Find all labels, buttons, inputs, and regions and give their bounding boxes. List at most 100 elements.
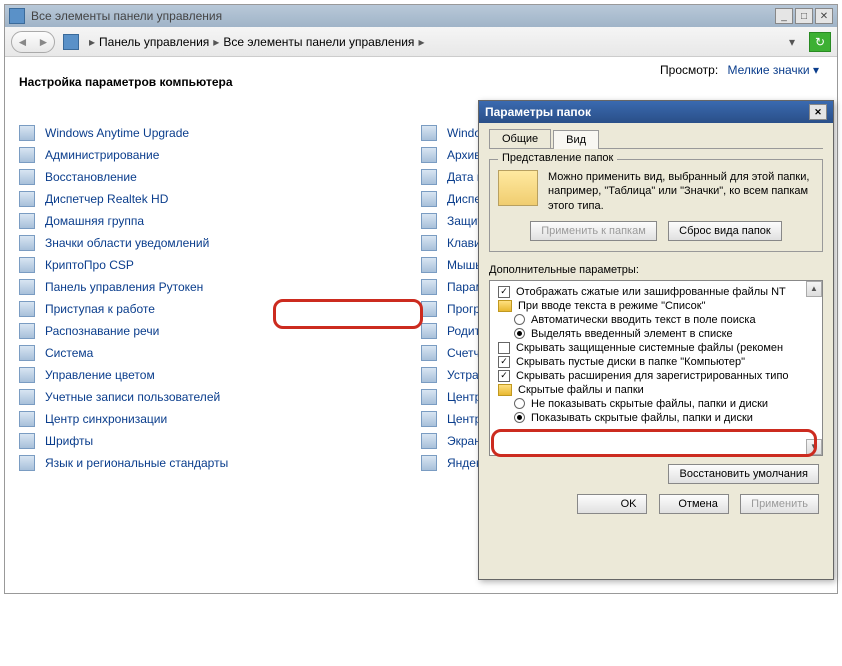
tree-row[interactable]: Скрывать защищенные системные файлы (рек… — [492, 341, 820, 355]
tree-label: Не показывать скрытые файлы, папки и дис… — [531, 398, 768, 410]
tree-row[interactable]: ✓Скрывать пустые диски в папке "Компьюте… — [492, 355, 820, 369]
item-icon — [19, 367, 35, 383]
window-icon — [9, 8, 25, 24]
control-panel-item[interactable]: Управление цветом — [19, 367, 421, 383]
tree-label: Скрывать расширения для зарегистрированн… — [516, 370, 789, 382]
scroll-up-button[interactable]: ▲ — [806, 281, 822, 297]
control-panel-item[interactable]: Значки области уведомлений — [19, 235, 421, 251]
control-panel-item[interactable]: Система — [19, 345, 421, 361]
window-title: Все элементы панели управления — [31, 9, 222, 23]
control-panel-item[interactable]: Восстановление — [19, 169, 421, 185]
control-panel-item[interactable]: Шрифты — [19, 433, 421, 449]
breadcrumb-part[interactable]: Все элементы панели управления — [223, 35, 414, 49]
radio-icon — [514, 314, 525, 325]
item-link[interactable]: Администрирование — [45, 148, 159, 162]
control-panel-item[interactable]: Windows Anytime Upgrade — [19, 125, 421, 141]
item-link[interactable]: Язык и региональные стандарты — [45, 456, 228, 470]
dialog-tabs: Общие Вид — [489, 129, 823, 149]
item-link[interactable]: Мышь — [447, 258, 482, 272]
apply-button[interactable]: Применить — [740, 494, 819, 514]
item-link[interactable]: Диспетчер Realtek HD — [45, 192, 168, 206]
advanced-settings-tree[interactable]: ▲ ▼ ✓Отображать сжатые или зашифрованные… — [489, 280, 823, 456]
item-icon — [19, 257, 35, 273]
cancel-button[interactable]: Отмена — [659, 494, 729, 514]
item-icon — [19, 455, 35, 471]
item-link[interactable]: КриптоПро CSP — [45, 258, 134, 272]
breadcrumb-part[interactable]: Панель управления — [99, 35, 209, 49]
control-panel-item[interactable]: Домашняя группа — [19, 213, 421, 229]
item-icon — [421, 257, 437, 273]
apply-to-folders-button[interactable]: Применить к папкам — [530, 221, 657, 241]
control-panel-item[interactable]: Диспетчер Realtek HD — [19, 191, 421, 207]
tree-row[interactable]: Не показывать скрытые файлы, папки и дис… — [492, 397, 820, 411]
page-heading: Настройка параметров компьютера — [19, 75, 823, 89]
item-link[interactable]: Восстановление — [45, 170, 137, 184]
reset-folders-button[interactable]: Сброс вида папок — [668, 221, 782, 241]
item-icon — [19, 345, 35, 361]
tree-label: Отображать сжатые или зашифрованные файл… — [516, 286, 786, 298]
close-button[interactable]: ✕ — [815, 8, 833, 24]
item-link[interactable]: Управление цветом — [45, 368, 155, 382]
dialog-titlebar: Параметры папок ✕ — [479, 101, 833, 123]
item-icon — [421, 191, 437, 207]
item-link[interactable]: Домашняя группа — [45, 214, 144, 228]
control-panel-item[interactable]: Распознавание речи — [19, 323, 421, 339]
item-link[interactable]: Система — [45, 346, 93, 360]
control-panel-item[interactable]: Приступая к работе — [19, 301, 421, 317]
ok-button[interactable]: OK — [577, 494, 647, 514]
nav-back-forward[interactable]: ◄ ► — [11, 31, 55, 53]
groupbox-legend: Представление папок — [498, 152, 617, 164]
tree-row[interactable]: ✓ Скрывать расширения для зарегистрирован… — [492, 369, 820, 383]
scroll-down-button[interactable]: ▼ — [806, 439, 822, 455]
control-panel-item[interactable]: КриптоПро CSP — [19, 257, 421, 273]
item-link[interactable]: Учетные записи пользователей — [45, 390, 220, 404]
control-panel-item[interactable]: Панель управления Рутокен — [19, 279, 421, 295]
checkbox-icon: ✓ — [498, 370, 510, 382]
folder-icon — [498, 384, 512, 396]
control-panel-item[interactable]: Язык и региональные стандарты — [19, 455, 421, 471]
item-icon — [421, 323, 437, 339]
item-icon — [19, 301, 35, 317]
tree-row[interactable]: Показывать скрытые файлы, папки и диски — [492, 411, 820, 425]
minimize-button[interactable]: _ — [775, 8, 793, 24]
restore-defaults-button[interactable]: Восстановить умолчания — [668, 464, 819, 484]
control-panel-item[interactable]: Центр синхронизации — [19, 411, 421, 427]
item-link[interactable]: Распознавание речи — [45, 324, 159, 338]
tree-row[interactable]: ✓Отображать сжатые или зашифрованные фай… — [492, 285, 820, 299]
tab-view[interactable]: Вид — [553, 130, 599, 149]
tree-row[interactable]: Автоматически вводить текст в поле поиск… — [492, 313, 820, 327]
control-panel-item[interactable]: Администрирование — [19, 147, 421, 163]
breadcrumb[interactable]: ▸ Панель управления ▸ Все элементы панел… — [63, 34, 789, 50]
tree-label: При вводе текста в режиме "Список" — [518, 300, 705, 312]
item-link[interactable]: Windows Anytime Upgrade — [45, 126, 189, 140]
chevron-down-icon[interactable]: ▾ — [789, 35, 795, 49]
item-link[interactable]: Экран — [447, 434, 481, 448]
item-icon — [421, 367, 437, 383]
tab-general[interactable]: Общие — [489, 129, 551, 148]
item-icon — [19, 389, 35, 405]
tree-row[interactable]: Выделять введенный элемент в списке — [492, 327, 820, 341]
control-panel-item[interactable]: Учетные записи пользователей — [19, 389, 421, 405]
maximize-button[interactable]: □ — [795, 8, 813, 24]
item-link[interactable]: Центр синхронизации — [45, 412, 167, 426]
tree-row[interactable]: Скрытые файлы и папки — [492, 383, 820, 397]
folder-view-groupbox: Представление папок Можно применить вид,… — [489, 159, 823, 252]
dialog-close-button[interactable]: ✕ — [809, 104, 827, 120]
folder-icon — [498, 300, 512, 312]
item-link[interactable]: Значки области уведомлений — [45, 236, 209, 250]
item-link[interactable]: Панель управления Рутокен — [45, 280, 203, 294]
item-link[interactable]: Шрифты — [45, 434, 93, 448]
tree-row[interactable]: При вводе текста в режиме "Список" — [492, 299, 820, 313]
refresh-button[interactable]: ↻ — [809, 32, 831, 52]
radio-icon — [514, 328, 525, 339]
item-link[interactable]: Приступая к работе — [45, 302, 155, 316]
item-icon — [19, 323, 35, 339]
item-icon — [421, 411, 437, 427]
view-dropdown[interactable]: Мелкие значки ▾ — [728, 63, 819, 77]
item-icon — [19, 235, 35, 251]
radio-icon — [514, 398, 525, 409]
tree-label: Показывать скрытые файлы, папки и диски — [531, 412, 753, 424]
checkbox-icon: ✓ — [498, 356, 510, 368]
item-icon — [421, 301, 437, 317]
titlebar: Все элементы панели управления _ □ ✕ — [5, 5, 837, 27]
